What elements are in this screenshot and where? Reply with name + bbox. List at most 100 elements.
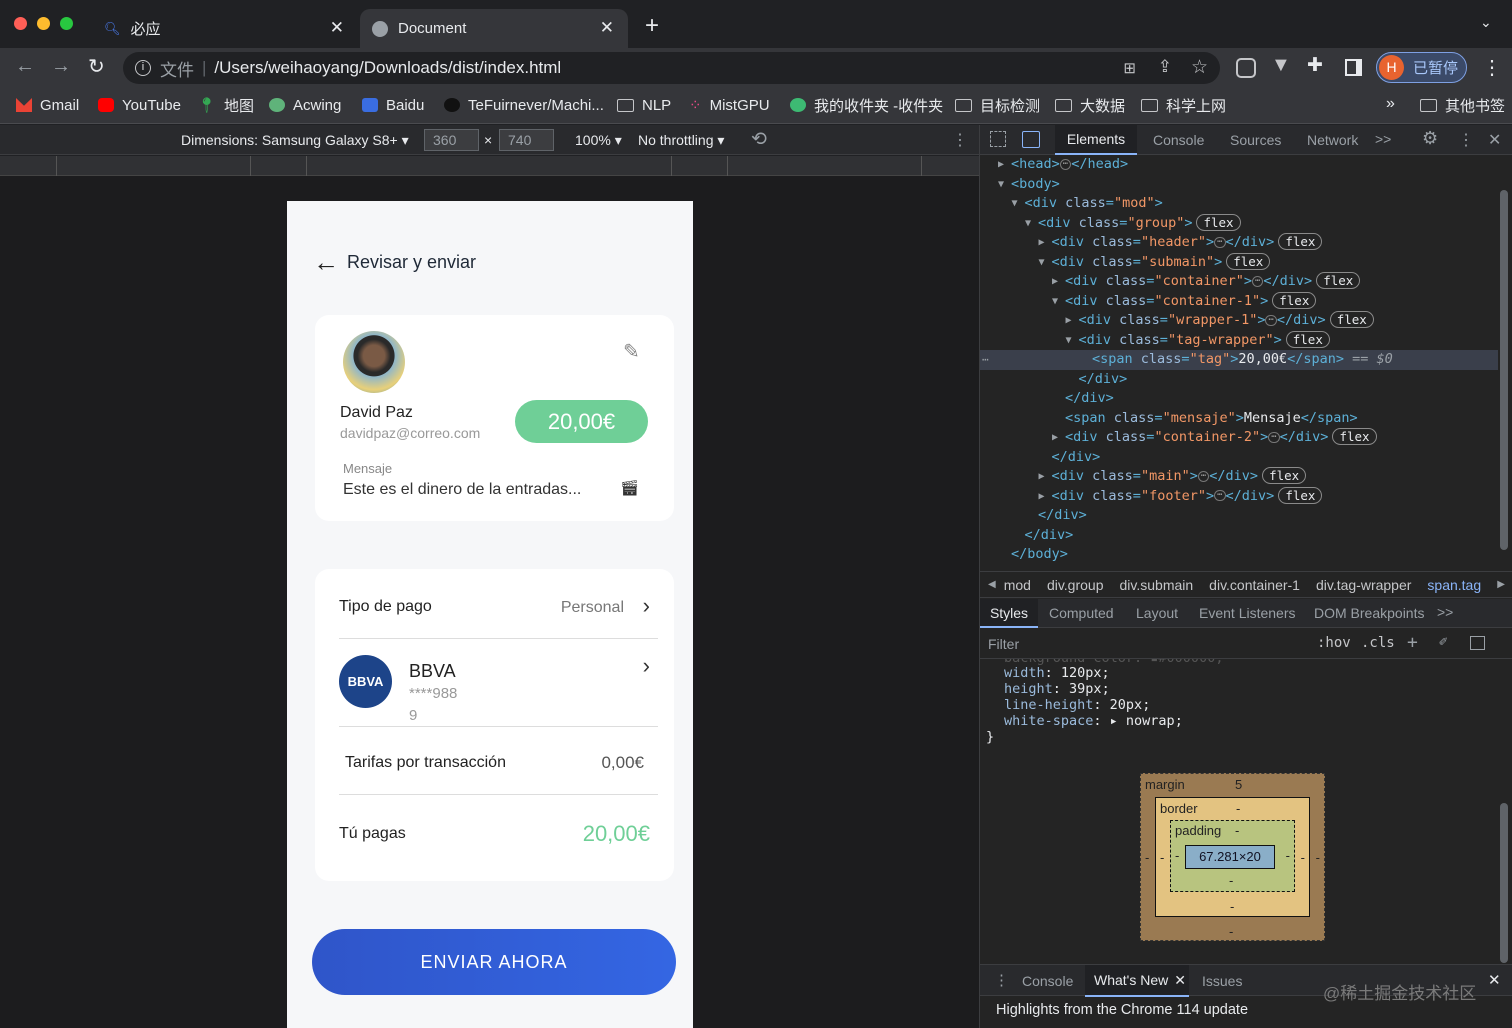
css-declaration[interactable]: line-height: 20px; bbox=[1004, 697, 1150, 713]
side-panel-icon[interactable] bbox=[1345, 59, 1362, 76]
drawer-tab-whats-new[interactable]: What's New ✕ bbox=[1085, 965, 1189, 997]
zoom-select[interactable]: 100% ▾ bbox=[575, 132, 622, 149]
bookmark-bigdata[interactable]: 大数据 bbox=[1055, 88, 1125, 122]
throttling-select[interactable]: No throttling ▾ bbox=[638, 132, 724, 149]
expand-triangle-icon[interactable]: ▶ bbox=[1039, 233, 1045, 253]
dom-node[interactable]: </div> bbox=[980, 526, 1498, 546]
breadcrumb-item[interactable]: span.tag bbox=[1427, 577, 1481, 593]
dom-node[interactable]: ▼ <body> bbox=[980, 175, 1498, 195]
device-select[interactable]: Dimensions: Samsung Galaxy S8+ ▾ bbox=[181, 132, 409, 149]
dom-node[interactable]: ▶ <div class="wrapper-1"> ⋯ </div> flex bbox=[980, 311, 1498, 331]
bookmark-proxy[interactable]: 科学上网 bbox=[1141, 88, 1226, 122]
expand-triangle-icon[interactable]: ▶ bbox=[998, 155, 1004, 175]
dom-node[interactable]: ▼ <div class="tag-wrapper"> flex bbox=[980, 330, 1498, 351]
edit-pencil-icon[interactable]: ✎ bbox=[623, 339, 640, 364]
drawer-tab-issues[interactable]: Issues bbox=[1202, 973, 1242, 989]
sidebar-toggle-icon[interactable] bbox=[1470, 636, 1485, 650]
breadcrumb-item[interactable]: div.container-1 bbox=[1209, 577, 1300, 593]
inspect-element-icon[interactable] bbox=[990, 131, 1006, 147]
breadcrumb-item[interactable]: div.tag-wrapper bbox=[1316, 577, 1411, 593]
reload-icon[interactable]: ↻ bbox=[88, 54, 105, 79]
flex-badge[interactable]: flex bbox=[1226, 252, 1271, 270]
tab-console[interactable]: Console bbox=[1153, 132, 1204, 148]
collapsed-children-icon[interactable]: ⋯ bbox=[1214, 236, 1226, 248]
dom-node[interactable]: ▼ <div class="mod"> bbox=[980, 194, 1498, 214]
expand-triangle-icon[interactable]: ▶ bbox=[1039, 487, 1045, 507]
expand-triangle-icon[interactable]: ▶ bbox=[1039, 467, 1045, 487]
translate-icon[interactable]: ⊞ bbox=[1123, 59, 1136, 77]
breadcrumb-scroll-right-icon[interactable]: ▶ bbox=[1497, 579, 1505, 590]
collapsed-children-icon[interactable]: ⋯ bbox=[1197, 470, 1210, 482]
breadcrumb-scroll-left-icon[interactable]: ◀ bbox=[988, 579, 996, 590]
tab-styles[interactable]: Styles bbox=[980, 599, 1038, 628]
bookmark-gmail[interactable]: Gmail bbox=[16, 88, 79, 122]
expand-triangle-icon[interactable]: ▶ bbox=[1052, 428, 1058, 448]
address-bar[interactable]: i 文件 | /Users/weihaoyang/Downloads/dist/… bbox=[123, 52, 1220, 84]
bookmark-star-icon[interactable]: ☆ bbox=[1191, 56, 1208, 79]
flex-badge[interactable]: flex bbox=[1332, 428, 1377, 445]
menu-kebab-icon[interactable]: ⋮ bbox=[1482, 55, 1502, 80]
drawer-tab-console[interactable]: Console bbox=[1022, 973, 1073, 989]
paint-icon[interactable]: ✐ bbox=[1439, 634, 1447, 650]
collapse-triangle-icon[interactable]: ▼ bbox=[1066, 331, 1072, 351]
collapse-triangle-icon[interactable]: ▼ bbox=[1052, 292, 1058, 312]
info-icon[interactable]: i bbox=[135, 60, 151, 76]
close-window-button[interactable] bbox=[14, 17, 27, 30]
back-arrow-icon[interactable]: ← bbox=[15, 55, 35, 78]
extension-icon[interactable] bbox=[1236, 58, 1256, 78]
bookmark-acwing[interactable]: Acwing bbox=[269, 88, 341, 122]
flex-badge[interactable]: flex bbox=[1196, 213, 1241, 231]
bookmark-inbox[interactable]: 我的收件夹 -收件夹 bbox=[790, 88, 943, 122]
height-input[interactable]: 740 bbox=[499, 129, 554, 151]
tab-search-chevron-icon[interactable]: ⌄ bbox=[1480, 14, 1492, 31]
scrollbar[interactable] bbox=[1500, 190, 1508, 550]
tab-event-listeners[interactable]: Event Listeners bbox=[1199, 605, 1296, 621]
bookmark-github[interactable]: TeFuirnever/Machi... bbox=[444, 88, 604, 122]
expand-triangle-icon[interactable]: ▶ bbox=[1066, 311, 1072, 331]
vue-devtools-icon[interactable]: ▼ bbox=[1271, 54, 1291, 77]
bookmark-baidu[interactable]: Baidu bbox=[362, 88, 424, 122]
more-options-icon[interactable]: ⋮ bbox=[952, 130, 968, 150]
share-icon[interactable]: ⇪ bbox=[1158, 57, 1172, 77]
device-toggle-icon[interactable] bbox=[1022, 131, 1040, 148]
tab-bing[interactable]: 🔍︎ 必应 ✕ bbox=[92, 9, 358, 48]
drawer-menu-icon[interactable]: ⋮ bbox=[994, 971, 1009, 989]
flex-badge[interactable]: flex bbox=[1329, 311, 1374, 328]
flex-badge[interactable]: flex bbox=[1272, 291, 1317, 309]
hov-toggle[interactable]: :hov bbox=[1317, 635, 1351, 651]
tab-sources[interactable]: Sources bbox=[1230, 132, 1281, 148]
bookmark-youtube[interactable]: YouTube bbox=[98, 88, 181, 122]
filter-input[interactable]: Filter bbox=[988, 636, 1019, 652]
bookmark-mistgpu[interactable]: ⁘ MistGPU bbox=[689, 88, 770, 122]
back-arrow-icon[interactable]: ← bbox=[313, 249, 339, 275]
tab-computed[interactable]: Computed bbox=[1049, 605, 1114, 621]
more-style-tabs[interactable]: >> bbox=[1437, 604, 1453, 620]
dom-node[interactable]: ▶ <div class="container"> ⋯ </div> flex bbox=[980, 272, 1498, 292]
rotate-icon[interactable]: ⟲ bbox=[751, 128, 767, 151]
forward-arrow-icon[interactable]: → bbox=[51, 55, 71, 78]
dom-node[interactable]: ▼ <div class="container-1"> flex bbox=[980, 291, 1498, 312]
tab-document[interactable]: Document ✕ bbox=[360, 9, 628, 48]
tab-layout[interactable]: Layout bbox=[1136, 605, 1178, 621]
close-tab-icon[interactable]: ✕ bbox=[1174, 972, 1186, 988]
dom-node[interactable]: </body> bbox=[980, 545, 1498, 565]
close-tab-icon[interactable]: ✕ bbox=[600, 18, 614, 38]
collapse-triangle-icon[interactable]: ▼ bbox=[1025, 214, 1031, 234]
expand-triangle-icon[interactable]: ▶ bbox=[1052, 272, 1058, 292]
breadcrumb-item[interactable]: div.group bbox=[1047, 577, 1104, 593]
dom-node[interactable]: ▼ <div class="submain"> flex bbox=[980, 252, 1498, 273]
dom-node[interactable]: ▼ <div class="group"> flex bbox=[980, 213, 1498, 234]
width-input[interactable]: 360 bbox=[424, 129, 479, 151]
minimize-window-button[interactable] bbox=[37, 17, 50, 30]
dom-node[interactable]: ▶ <head> ⋯ </head> bbox=[980, 155, 1498, 175]
bookmark-nlp[interactable]: NLP bbox=[617, 88, 671, 122]
tab-dom-breakpoints[interactable]: DOM Breakpoints bbox=[1314, 605, 1424, 621]
dom-node[interactable]: ▶ <div class="main"> ⋯ </div> flex bbox=[980, 467, 1498, 487]
flex-badge[interactable]: flex bbox=[1285, 330, 1330, 348]
new-tab-button[interactable]: + bbox=[645, 12, 659, 40]
puzzle-extensions-icon[interactable]: ✚ bbox=[1307, 54, 1323, 77]
url-text[interactable]: /Users/weihaoyang/Downloads/dist/index.h… bbox=[214, 58, 561, 78]
tab-network[interactable]: Network bbox=[1307, 132, 1358, 148]
bookmark-maps[interactable]: 📍︎ 地图 bbox=[197, 88, 254, 122]
collapsed-children-icon[interactable]: ⋯ bbox=[1265, 314, 1277, 326]
